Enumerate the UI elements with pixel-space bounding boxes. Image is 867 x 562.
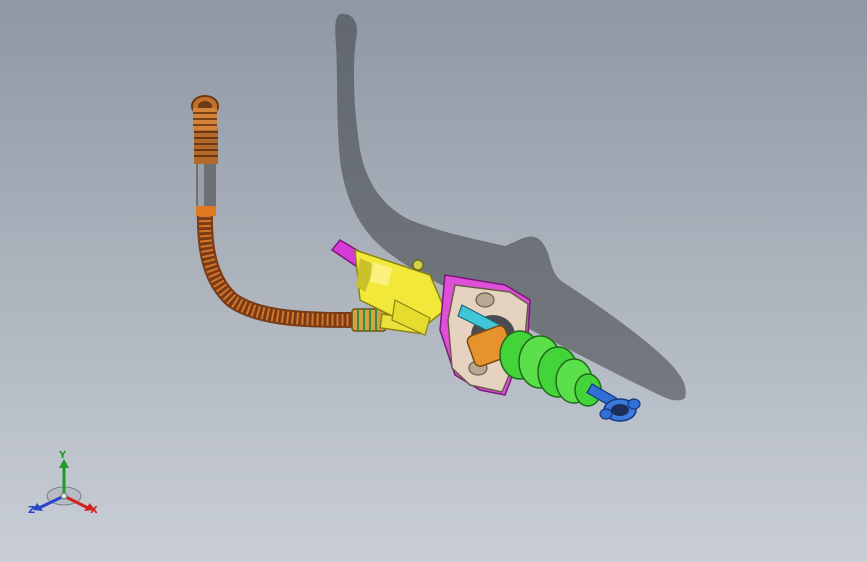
corrugated-hose[interactable] [196, 202, 368, 328]
triad-x-label: X [90, 505, 98, 516]
graphics-viewport[interactable]: Y X Z [0, 0, 867, 562]
view-orientation-triad[interactable]: Y X Z [22, 448, 106, 524]
triad-y-label: Y [59, 450, 67, 461]
hose-fitting-top[interactable] [191, 95, 219, 216]
triad-z-label: Z [28, 505, 36, 516]
model-view[interactable] [0, 0, 867, 562]
